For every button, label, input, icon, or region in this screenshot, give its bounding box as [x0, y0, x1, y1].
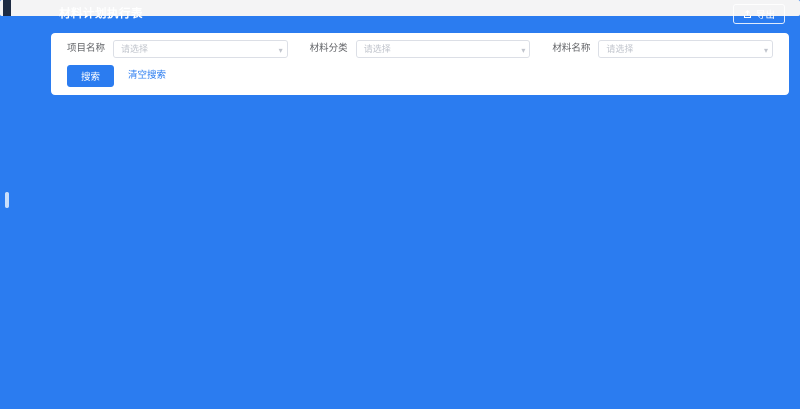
collapsed-sidebar[interactable]: [3, 0, 11, 16]
main-area: 材料计划执行表 导出 项目名称 ▾ 材料分类 ▾ 材料名称: [11, 0, 797, 16]
filter-field: 材料分类 ▾: [310, 40, 531, 58]
top-bar: 材料计划执行表 导出: [11, 0, 797, 28]
filter-label: 项目名称: [67, 41, 105, 57]
filter-select[interactable]: ▾: [598, 40, 773, 58]
page-root: 材料计划执行表 导出 项目名称 ▾ 材料分类 ▾ 材料名称: [0, 0, 800, 16]
export-button[interactable]: 导出: [733, 4, 785, 24]
filter-select-input[interactable]: [598, 40, 773, 58]
filter-fields: 项目名称 ▾ 材料分类 ▾ 材料名称 ▾: [67, 40, 773, 58]
filter-field: 项目名称 ▾: [67, 40, 288, 58]
filter-panel: 项目名称 ▾ 材料分类 ▾ 材料名称 ▾ 搜索 清空搜索: [51, 33, 789, 95]
content: 项目名称 ▾ 材料分类 ▾ 材料名称 ▾ 搜索 清空搜索: [11, 28, 797, 39]
filter-select[interactable]: ▾: [113, 40, 288, 58]
filter-select-input[interactable]: [113, 40, 288, 58]
search-button[interactable]: 搜索: [67, 65, 114, 87]
clear-search-button[interactable]: 清空搜索: [128, 68, 166, 84]
filter-select[interactable]: ▾: [356, 40, 531, 58]
filter-label: 材料名称: [552, 41, 590, 57]
export-icon: [743, 10, 752, 19]
filter-select-input[interactable]: [356, 40, 531, 58]
export-label: 导出: [756, 7, 775, 21]
sidebar-toggle-handle[interactable]: [5, 192, 9, 208]
page-title: 材料计划执行表: [59, 6, 143, 22]
filter-actions: 搜索 清空搜索: [67, 65, 773, 87]
filter-label: 材料分类: [310, 41, 348, 57]
filter-field: 材料名称 ▾: [552, 40, 773, 58]
